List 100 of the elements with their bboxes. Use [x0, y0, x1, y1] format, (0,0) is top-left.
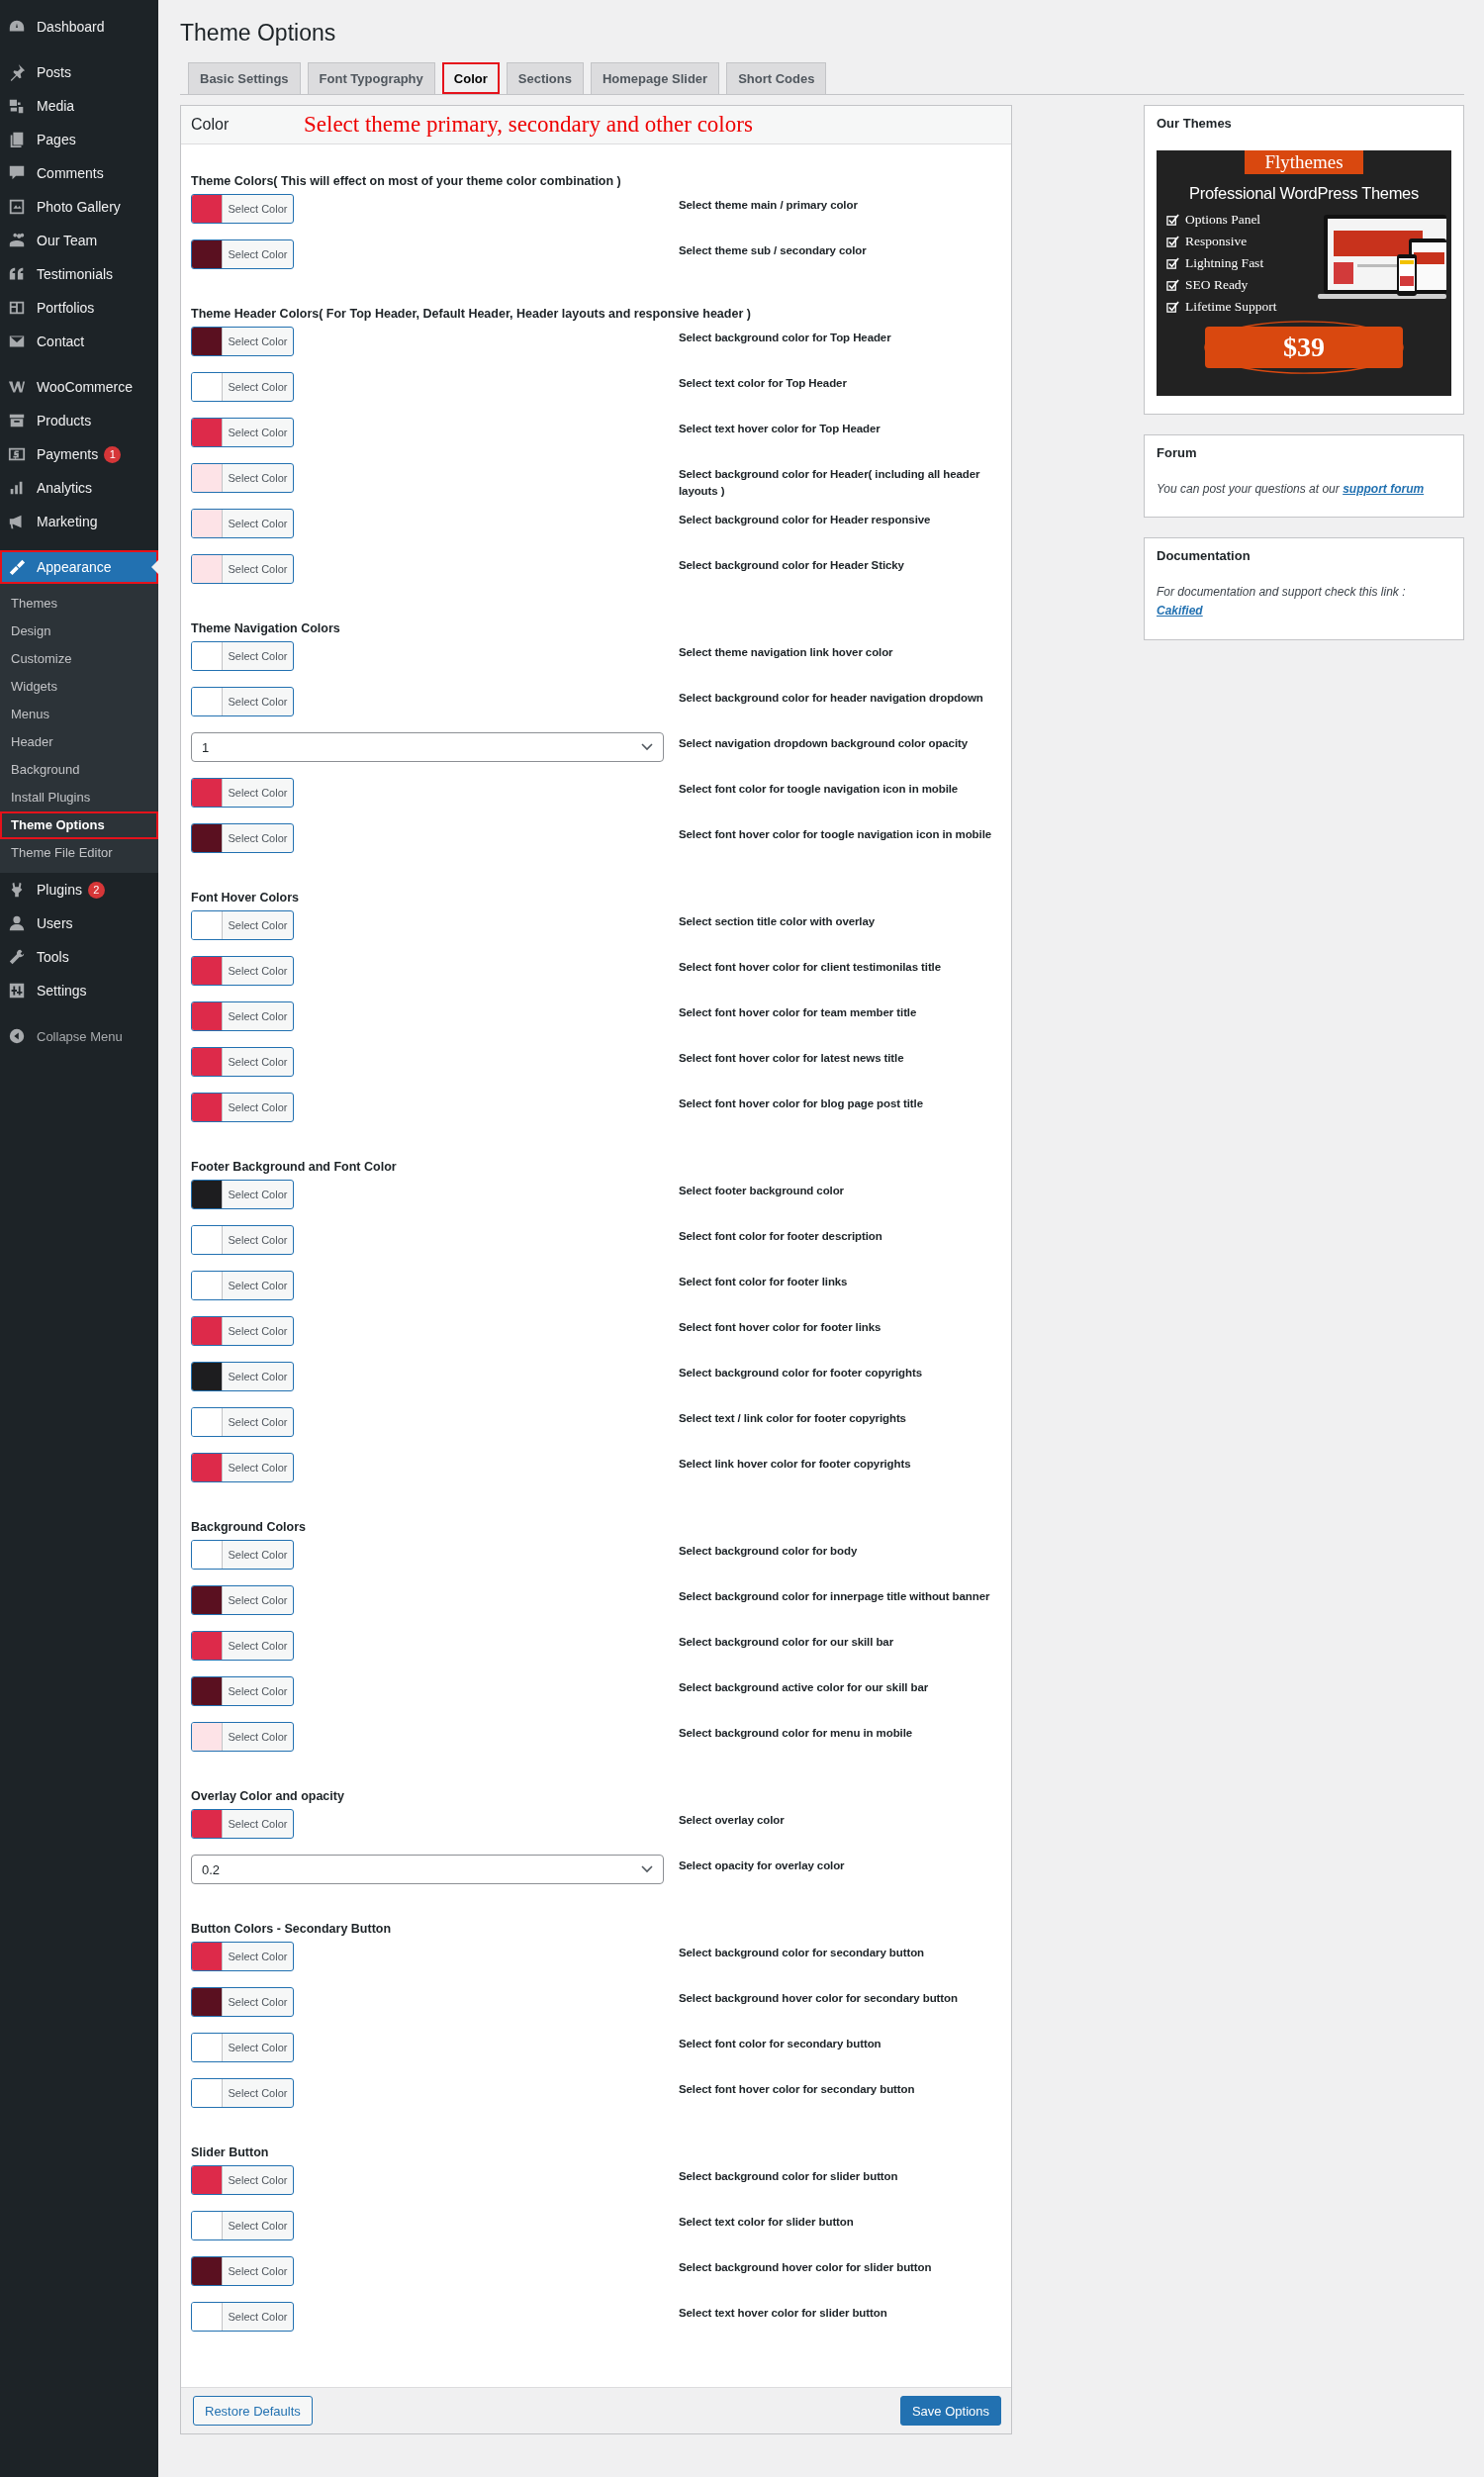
option-description: Select overlay color	[679, 1813, 786, 1828]
color-picker-button[interactable]: Select Color	[191, 641, 294, 671]
submenu-item[interactable]: Install Plugins	[0, 784, 158, 811]
color-picker-button[interactable]: Select Color	[191, 778, 294, 808]
color-picker-button[interactable]: Select Color	[191, 1093, 294, 1122]
color-picker-button[interactable]: Select Color	[191, 910, 294, 940]
feature-text: Responsive	[1185, 234, 1248, 249]
option-description: Select background color for Top Header	[679, 331, 892, 345]
checkbox-tick-icon	[1166, 235, 1179, 248]
tab[interactable]: Basic Settings	[188, 62, 301, 94]
color-picker-button[interactable]: Select Color	[191, 956, 294, 986]
menu-item[interactable]: Payments 1	[0, 437, 158, 471]
color-picker-button[interactable]: Select Color	[191, 194, 294, 224]
tab[interactable]: Homepage Slider	[590, 62, 720, 94]
color-picker-button[interactable]: Select Color	[191, 1362, 294, 1391]
feature-text: Lifetime Support	[1185, 299, 1277, 315]
color-picker-button[interactable]: Select Color	[191, 418, 294, 447]
color-picker-button[interactable]: Select Color	[191, 372, 294, 402]
color-picker-button[interactable]: Select Color	[191, 1676, 294, 1706]
color-picker-button[interactable]: Select Color	[191, 2211, 294, 2240]
tab[interactable]: Font Typography	[307, 62, 435, 94]
menu-item[interactable]: Comments	[0, 156, 158, 190]
submenu-item[interactable]: Background	[0, 756, 158, 784]
menu-item[interactable]: Products	[0, 404, 158, 437]
menu-icon	[8, 982, 26, 1000]
color-picker-button[interactable]: Select Color	[191, 2256, 294, 2286]
menu-item[interactable]: Photo Gallery	[0, 190, 158, 224]
menu-item[interactable]: Analytics	[0, 471, 158, 505]
color-picker-button[interactable]: Select Color	[191, 1271, 294, 1300]
section-heading: Theme Header Colors( For Top Header, Default Header, Header layouts and responsive header )	[191, 307, 752, 321]
color-picker-button[interactable]: Select Color	[191, 554, 294, 584]
brand-label: Flythemes	[1245, 150, 1363, 174]
color-picker-button[interactable]: Select Color	[191, 2033, 294, 2062]
submenu-item[interactable]: Theme Options	[0, 811, 158, 839]
submenu-item[interactable]: Themes	[0, 590, 158, 618]
color-picker-button[interactable]: Select Color	[191, 1987, 294, 2017]
annotation-text: Select theme primary, secondary and other colors	[304, 112, 753, 138]
submenu-item[interactable]: Design	[0, 618, 158, 645]
support-forum-link[interactable]: support forum	[1343, 482, 1425, 496]
color-picker-button[interactable]: Select Color	[191, 1407, 294, 1437]
color-picker-button[interactable]: Select Color	[191, 1942, 294, 1971]
menu-item[interactable]: Tools	[0, 940, 158, 974]
save-options-button[interactable]: Save Options	[899, 2396, 1001, 2426]
color-picker-button[interactable]: Select Color	[191, 1316, 294, 1346]
color-picker-button[interactable]: Select Color	[191, 2165, 294, 2195]
menu-item[interactable]: Pages	[0, 123, 158, 156]
menu-item[interactable]: Media	[0, 89, 158, 123]
option-description: Select font hover color for blog page post title	[679, 1096, 924, 1111]
menu-item[interactable]: Marketing	[0, 505, 158, 538]
option-description: Select background color for secondary button	[679, 1946, 925, 1960]
color-picker-button[interactable]: Select Color	[191, 1453, 294, 1482]
checkbox-tick-icon	[1166, 256, 1179, 270]
color-picker-button[interactable]: Select Color	[191, 327, 294, 356]
menu-item[interactable]: Portfolios	[0, 291, 158, 325]
option-description: Select font color for toogle navigation icon in mobile	[679, 782, 960, 797]
color-picker-button[interactable]: Select Color	[191, 239, 294, 269]
option-description: Select text hover color for slider button	[679, 2306, 888, 2321]
menu-item[interactable]: Dashboard	[0, 10, 158, 44]
color-picker-button[interactable]: Select Color	[191, 823, 294, 853]
submenu-item[interactable]: Theme File Editor	[0, 839, 158, 867]
color-picker-button[interactable]: Select Color	[191, 1180, 294, 1209]
color-picker-button[interactable]: Select Color	[191, 2078, 294, 2108]
count-badge: 2	[87, 881, 105, 899]
tab[interactable]: Color	[441, 62, 500, 94]
menu-icon	[8, 412, 26, 429]
menu-item[interactable]: Appearance	[0, 550, 158, 584]
color-picker-button[interactable]: Select Color	[191, 1631, 294, 1661]
color-picker-button[interactable]: Select Color	[191, 1001, 294, 1031]
menu-item[interactable]: Testimonials	[0, 257, 158, 291]
section-heading: Theme Colors( This will effect on most of your theme color combination )	[191, 174, 622, 188]
menu-item[interactable]: Plugins 2	[0, 873, 158, 906]
color-picker-button[interactable]: Select Color	[191, 687, 294, 716]
submenu-item[interactable]: Header	[0, 728, 158, 756]
restore-defaults-button[interactable]: Restore Defaults	[193, 2396, 313, 2426]
menu-item[interactable]: WooCommerce	[0, 370, 158, 404]
color-picker-button[interactable]: Select Color	[191, 1540, 294, 1570]
documentation-link[interactable]: Cakified	[1157, 604, 1203, 619]
submenu-item[interactable]: Customize	[0, 645, 158, 673]
color-picker-button[interactable]: Select Color	[191, 1722, 294, 1752]
color-picker-button[interactable]: Select Color	[191, 1047, 294, 1077]
menu-icon	[8, 558, 26, 576]
tab[interactable]: Sections	[506, 62, 584, 94]
submenu-item[interactable]: Widgets	[0, 673, 158, 701]
color-picker-button[interactable]: Select Color	[191, 1225, 294, 1255]
opacity-select[interactable]: 1	[191, 732, 664, 762]
color-picker-button[interactable]: Select Color	[191, 1585, 294, 1615]
color-picker-button[interactable]: Select Color	[191, 1809, 294, 1839]
menu-item[interactable]: Posts	[0, 55, 158, 89]
color-picker-button[interactable]: Select Color	[191, 463, 294, 493]
color-picker-button[interactable]: Select Color	[191, 509, 294, 538]
menu-item[interactable]: Users	[0, 906, 158, 940]
checkbox-tick-icon	[1166, 213, 1179, 227]
menu-item[interactable]: Our Team	[0, 224, 158, 257]
collapse-menu-button[interactable]: Collapse Menu	[0, 1019, 158, 1053]
opacity-select[interactable]: 0.2	[191, 1855, 664, 1884]
submenu-item[interactable]: Menus	[0, 701, 158, 728]
color-picker-button[interactable]: Select Color	[191, 2302, 294, 2332]
tab[interactable]: Short Codes	[726, 62, 827, 94]
menu-item[interactable]: Settings	[0, 974, 158, 1007]
menu-item[interactable]: Contact	[0, 325, 158, 358]
